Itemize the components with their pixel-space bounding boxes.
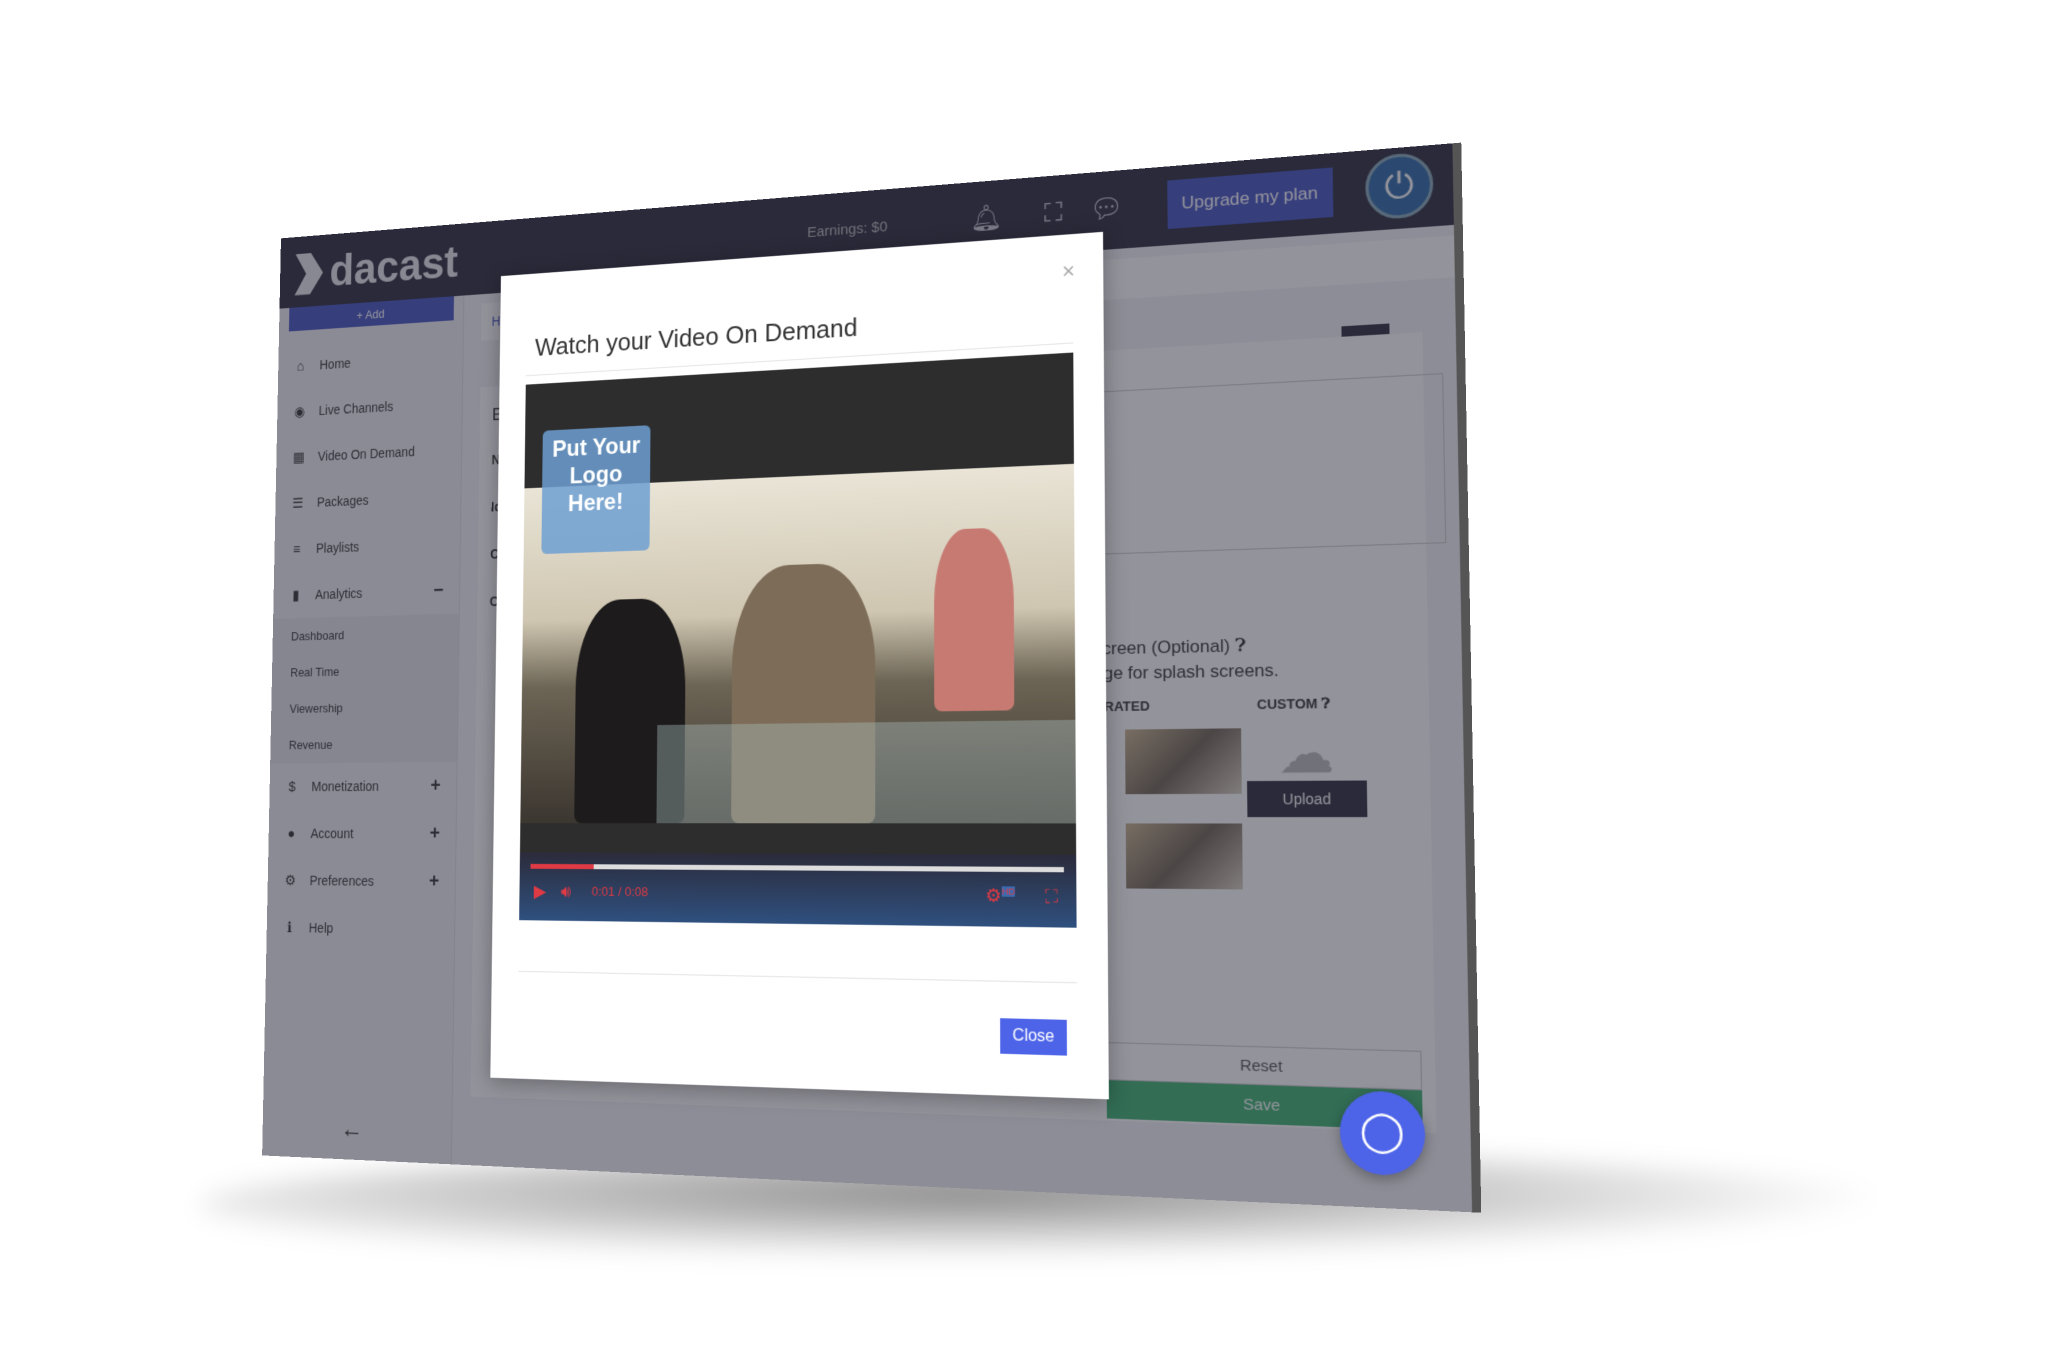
video-player[interactable]: Put Your Logo Here! ▶ 🔊︎ 0:01 / 0:08 ⚙HD… xyxy=(519,352,1077,928)
time-display: 0:01 / 0:08 xyxy=(591,883,649,900)
close-button[interactable]: Close xyxy=(1000,1018,1067,1056)
fullscreen-icon[interactable]: ⛶ xyxy=(1045,886,1058,908)
volume-icon[interactable]: 🔊︎ xyxy=(561,882,571,903)
settings-gear-icon[interactable]: ⚙HD xyxy=(985,885,1015,907)
close-icon[interactable]: × xyxy=(1062,258,1075,285)
progress-bar[interactable] xyxy=(530,863,1064,873)
video-modal: × Watch your Video On Demand Put Your Lo… xyxy=(490,231,1109,1100)
app-screen: dacast Earnings: $0 🔔︎ ⛶ 💬︎ Upgrade my p… xyxy=(262,142,1482,1213)
logo-placeholder: Put Your Logo Here! xyxy=(541,425,651,555)
play-icon[interactable]: ▶ xyxy=(534,881,547,902)
modal-title: Watch your Video On Demand xyxy=(534,312,858,362)
player-controls: ▶ 🔊︎ 0:01 / 0:08 ⚙HD ⛶ xyxy=(519,852,1077,928)
